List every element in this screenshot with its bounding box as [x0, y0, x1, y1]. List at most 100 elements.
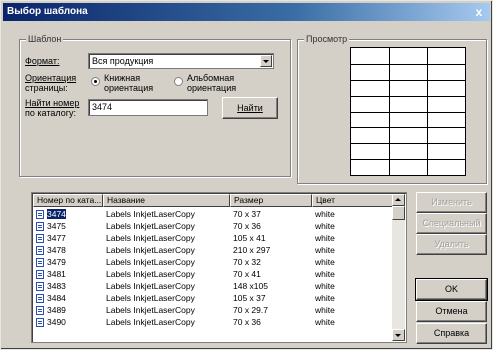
edit-button[interactable]: Изменить [416, 192, 487, 213]
col-header-color[interactable]: Цвет [312, 194, 393, 207]
row-name: Labels InkjetLaserCopy [106, 281, 195, 291]
table-row[interactable]: 3479 Labels InkjetLaserCopy 70 x 32 white [33, 257, 393, 268]
document-icon [36, 234, 44, 243]
template-list[interactable]: Номер по ката... Название Размер Цвет 34… [31, 192, 407, 343]
row-color: white [315, 233, 335, 243]
table-row[interactable]: 3474 Labels InkjetLaserCopy 70 x 37 white [33, 209, 393, 220]
row-color: white [315, 317, 335, 327]
table-row[interactable]: 3475 Labels InkjetLaserCopy 70 x 36 white [33, 221, 393, 232]
catalog-number-input[interactable]: 3474 [88, 99, 208, 116]
row-color: white [315, 269, 335, 279]
row-color: white [315, 245, 335, 255]
title-bar: Выбор шаблона x [3, 3, 490, 21]
row-catalog-number: 3475 [47, 221, 66, 231]
table-row[interactable]: 3477 Labels InkjetLaserCopy 105 x 41 white [33, 233, 393, 244]
row-catalog-number: 3478 [47, 245, 66, 255]
scroll-up-icon[interactable] [392, 194, 405, 206]
document-icon [36, 258, 44, 267]
document-icon [36, 210, 44, 219]
find-button-label: Найти [237, 103, 263, 113]
portrait-label-line2: ориентация [104, 83, 154, 93]
row-name: Labels InkjetLaserCopy [106, 233, 195, 243]
row-color: white [315, 257, 335, 267]
list-header: Номер по ката... Название Размер Цвет [33, 194, 393, 207]
row-name: Labels InkjetLaserCopy [106, 293, 195, 303]
table-row[interactable]: 3478 Labels InkjetLaserCopy 210 x 297 white [33, 245, 393, 256]
preview-group-title: Просмотр [304, 34, 350, 44]
orientation-label-line2: страницы: [25, 83, 68, 93]
grid-row-line [351, 96, 465, 97]
grid-row-line [351, 127, 465, 128]
list-scrollbar[interactable] [392, 194, 405, 341]
row-size: 70 x 37 [233, 209, 261, 219]
grid-row-line [351, 159, 465, 160]
grid-row-line [351, 112, 465, 113]
orientation-label-line1: Ориентация [25, 73, 77, 83]
row-name: Labels InkjetLaserCopy [106, 317, 195, 327]
find-label-line1: Найти номер [25, 98, 80, 108]
table-row[interactable]: 3489 Labels InkjetLaserCopy 70 x 29.7 white [33, 305, 393, 316]
document-icon [36, 306, 44, 315]
row-color: white [315, 305, 335, 315]
close-icon[interactable]: x [472, 5, 486, 19]
find-button[interactable]: Найти [222, 97, 278, 119]
col-header-name[interactable]: Название [103, 194, 230, 207]
row-catalog-number: 3490 [47, 317, 66, 327]
row-color: white [315, 209, 335, 219]
grid-row-line [351, 143, 465, 144]
format-label: Формат: [25, 56, 60, 66]
document-icon [36, 282, 44, 291]
row-catalog-number: 3477 [47, 233, 66, 243]
row-catalog-number: 3483 [47, 281, 66, 291]
row-name: Labels InkjetLaserCopy [106, 221, 195, 231]
cancel-button[interactable]: Отмена [416, 301, 487, 322]
portrait-label-line1: Книжная [104, 73, 141, 83]
landscape-radio[interactable] [174, 77, 183, 86]
row-name: Labels InkjetLaserCopy [106, 305, 195, 315]
row-name: Labels InkjetLaserCopy [106, 269, 195, 279]
row-catalog-number: 3479 [47, 257, 66, 267]
dialog-title: Выбор шаблона [7, 6, 88, 17]
grid-row-line [351, 64, 465, 65]
row-catalog-number: 3474 [47, 209, 66, 219]
portrait-radio[interactable] [91, 77, 100, 86]
table-row[interactable]: 3490 Labels InkjetLaserCopy 70 x 36 white [33, 317, 393, 328]
delete-button[interactable]: Удалить [416, 234, 487, 255]
table-row[interactable]: 3484 Labels InkjetLaserCopy 105 x 37 white [33, 293, 393, 304]
row-size: 70 x 32 [233, 257, 261, 267]
format-dropdown-value: Вся продукция [92, 56, 154, 66]
special-button[interactable]: Специальный [416, 213, 487, 234]
template-dialog: Выбор шаблона x Шаблон Формат: Вся проду… [0, 0, 493, 350]
scroll-down-icon[interactable] [392, 329, 405, 341]
row-color: white [315, 293, 335, 303]
chevron-down-icon[interactable] [260, 55, 272, 67]
row-size: 70 x 36 [233, 317, 261, 327]
grid-row-line [351, 80, 465, 81]
document-icon [36, 294, 44, 303]
col-header-catalog-number[interactable]: Номер по ката... [33, 194, 103, 207]
row-color: white [315, 281, 335, 291]
table-row[interactable]: 3483 Labels InkjetLaserCopy 148 x105 white [33, 281, 393, 292]
document-icon [36, 270, 44, 279]
row-size: 148 x105 [233, 281, 268, 291]
col-header-size[interactable]: Размер [230, 194, 312, 207]
row-size: 70 x 36 [233, 221, 261, 231]
ok-button[interactable]: OK [415, 278, 488, 301]
row-catalog-number: 3489 [47, 305, 66, 315]
row-name: Labels InkjetLaserCopy [106, 257, 195, 267]
help-button[interactable]: Справка [416, 323, 487, 344]
document-icon [36, 318, 44, 327]
table-row[interactable]: 3481 Labels InkjetLaserCopy 70 x 41 white [33, 269, 393, 280]
landscape-label-line1: Альбомная [187, 73, 235, 83]
template-group-title: Шаблон [26, 34, 64, 44]
format-dropdown[interactable]: Вся продукция [88, 53, 274, 69]
document-icon [36, 246, 44, 255]
document-icon [36, 222, 44, 231]
row-size: 70 x 29.7 [233, 305, 268, 315]
find-label-line2: по каталогу: [25, 108, 76, 118]
label-preview-grid [350, 47, 466, 176]
row-name: Labels InkjetLaserCopy [106, 209, 195, 219]
row-size: 105 x 37 [233, 293, 266, 303]
row-catalog-number: 3484 [47, 293, 66, 303]
scroll-thumb[interactable] [392, 206, 405, 220]
